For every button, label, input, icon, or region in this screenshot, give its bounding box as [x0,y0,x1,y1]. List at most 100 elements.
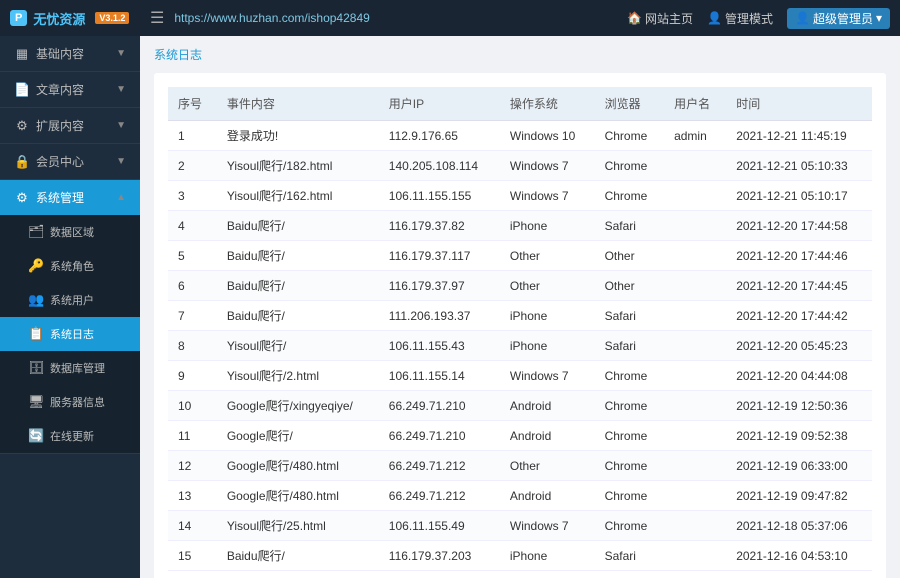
cell-user [664,211,726,241]
menu-toggle-button[interactable]: ☰ [150,8,164,28]
sidebar-section-basic: ▦ 基础内容 ▼ [0,36,140,72]
col-ip: 用户IP [379,87,500,121]
admin-icon: 👤 [795,11,810,25]
table-row: 3Yisoul爬行/162.html106.11.155.155Windows … [168,181,872,211]
cell-ip: 66.249.71.210 [379,421,500,451]
cell-id: 2 [168,151,217,181]
cell-id: 12 [168,451,217,481]
cell-time: 2021-12-19 12:50:36 [726,391,872,421]
sidebar-item-system-manage[interactable]: ⚙ 系统管理 ▲ [0,180,140,215]
cell-os: Windows 7 [500,361,595,391]
cell-browser: Safari [595,541,665,571]
sidebar-item-basic-content[interactable]: ▦ 基础内容 ▼ [0,36,140,71]
sidebar-item-system-user[interactable]: 👥 系统用户 [0,283,140,317]
cell-time: 2021-12-20 17:44:58 [726,211,872,241]
topbar-right: 🏠 网站主页 👤 管理模式 👤 超级管理员 ▾ [627,8,890,29]
sidebar-item-article-content[interactable]: 📄 文章内容 ▼ [0,72,140,107]
table-row: 2Yisoul爬行/182.html140.205.108.114Windows… [168,151,872,181]
cell-time: 2021-12-21 11:45:19 [726,121,872,151]
admin-menu[interactable]: 👤 超级管理员 ▾ [787,8,890,29]
cell-browser: Safari [595,211,665,241]
cell-ip: 66.249.71.212 [379,481,500,511]
cell-user [664,391,726,421]
cell-browser: Chrome [595,391,665,421]
sidebar-item-system-log[interactable]: 📋 系统日志 [0,317,140,351]
sidebar-item-online-update[interactable]: 🔄 在线更新 [0,419,140,453]
cell-os: Windows 7 [500,511,595,541]
cell-event: Yisoul爬行/ [217,331,379,361]
col-time: 时间 [726,87,872,121]
cell-id: 8 [168,331,217,361]
col-event: 事件内容 [217,87,379,121]
manage-icon: 👤 [707,11,722,25]
cell-id: 13 [168,481,217,511]
cell-time: 2021-12-21 05:10:33 [726,151,872,181]
cell-browser: Chrome [595,451,665,481]
sidebar: ▦ 基础内容 ▼ 📄 文章内容 ▼ ⚙ 扩展内容 ▼ 🔒 会员中心 ▼ [0,36,140,578]
cell-ip: 66.249.71.210 [379,391,500,421]
cell-id: 15 [168,541,217,571]
cell-user: admin [664,121,726,151]
cell-user [664,241,726,271]
cell-ip: 106.11.155.155 [379,181,500,211]
cell-event: Yisoul爬行/182.html [217,151,379,181]
cell-browser: Chrome [595,511,665,541]
cell-ip: 66.249.71.212 [379,451,500,481]
table-row: 14Yisoul爬行/25.html106.11.155.49Windows 7… [168,511,872,541]
logo-text: 无忧资源 [33,9,85,28]
chevron-down-icon: ▾ [876,11,882,25]
sidebar-item-data-zone[interactable]: 🗂 数据区域 [0,215,140,249]
log-card: 序号 事件内容 用户IP 操作系统 浏览器 用户名 时间 1登录成功!112.9… [154,73,886,578]
cell-event: Google爬行/xingyeqiye/ [217,391,379,421]
nav-manage-link[interactable]: 👤 管理模式 [707,10,773,27]
version-badge: V3.1.2 [95,12,129,24]
sidebar-section-article: 📄 文章内容 ▼ [0,72,140,108]
cell-browser: Chrome [595,121,665,151]
cell-os: iPhone [500,331,595,361]
site-url: https://www.huzhan.com/ishop42849 [174,11,627,25]
cell-event: Baidu爬行/ [217,211,379,241]
sidebar-section-system: ⚙ 系统管理 ▲ 🗂 数据区域 🔑 系统角色 👥 系统用户 📋 [0,180,140,454]
cell-time: 2021-12-20 17:44:46 [726,241,872,271]
cell-os: Android [500,481,595,511]
cell-os: Other [500,451,595,481]
cell-id: 6 [168,271,217,301]
table-header: 序号 事件内容 用户IP 操作系统 浏览器 用户名 时间 [168,87,872,121]
cell-ip: 116.179.37.82 [379,211,500,241]
sidebar-sub-system: 🗂 数据区域 🔑 系统角色 👥 系统用户 📋 系统日志 🗄 数据库 [0,215,140,453]
cell-ip: 112.9.176.65 [379,121,500,151]
settings-icon: ⚙ [14,190,30,206]
cell-os: Windows 7 [500,151,595,181]
cell-browser: Chrome [595,421,665,451]
sidebar-item-db-manage[interactable]: 🗄 数据库管理 [0,351,140,385]
cell-user [664,151,726,181]
arrow-icon: ▼ [116,120,126,131]
sidebar-item-server-info[interactable]: 🖥 服务器信息 [0,385,140,419]
arrow-icon: ▼ [116,156,126,167]
sidebar-item-member-center[interactable]: 🔒 会员中心 ▼ [0,144,140,179]
cell-event: Baidu爬行/ [217,271,379,301]
cell-id: 1 [168,121,217,151]
cell-event: Google爬行/480.html [217,481,379,511]
nav-home-link[interactable]: 🏠 网站主页 [627,10,693,27]
cell-time: 2021-12-16 04:53:10 [726,541,872,571]
cell-event: Yisoul爬行/2.html [217,361,379,391]
users-icon: 👥 [28,292,44,308]
cell-os: iPhone [500,301,595,331]
table-row: 8Yisoul爬行/106.11.155.43iPhoneSafari2021-… [168,331,872,361]
sidebar-item-system-role[interactable]: 🔑 系统角色 [0,249,140,283]
cell-browser: Chrome [595,181,665,211]
cell-os: Other [500,241,595,271]
sidebar-item-extend-content[interactable]: ⚙ 扩展内容 ▼ [0,108,140,143]
arrow-icon: ▲ [116,192,126,203]
cell-event: 登录成功! [217,121,379,151]
cell-event: Google爬行/480.html [217,451,379,481]
table-row: 7Baidu爬行/111.206.193.37iPhoneSafari2021-… [168,301,872,331]
cell-id: 7 [168,301,217,331]
breadcrumb: 系统日志 [154,46,886,63]
cell-user [664,481,726,511]
col-id: 序号 [168,87,217,121]
table-row: 6Baidu爬行/116.179.37.97OtherOther2021-12-… [168,271,872,301]
cell-ip: 116.179.37.97 [379,271,500,301]
cell-os: Android [500,421,595,451]
